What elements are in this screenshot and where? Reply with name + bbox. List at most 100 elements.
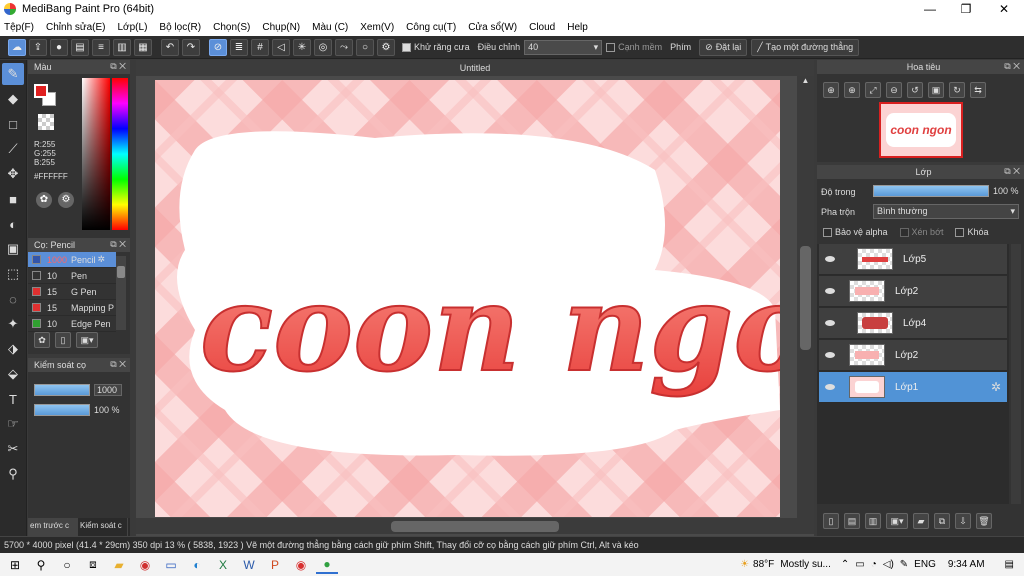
saturation-value-picker[interactable] xyxy=(82,78,110,230)
zoom-in-icon[interactable]: ⊕ xyxy=(823,82,839,98)
zoom-out-icon[interactable]: ⊖ xyxy=(886,82,902,98)
weather-desc[interactable]: Mostly su... xyxy=(780,559,831,570)
trash-icon[interactable]: 🗑 xyxy=(976,513,992,529)
battery-icon[interactable]: ▭ xyxy=(855,559,864,570)
new-halftone-layer-icon[interactable]: ▤ xyxy=(844,513,860,529)
select-pen-tool-icon[interactable]: ⬗ xyxy=(2,338,24,360)
brush-menu-icon[interactable]: ▣▾ xyxy=(76,332,98,348)
brush-item[interactable]: 15 Mapping P xyxy=(28,300,116,316)
straight-line-button[interactable]: ╱ Tạo một đường thẳng xyxy=(751,38,860,56)
layer-settings-icon[interactable]: ✲ xyxy=(991,380,1001,394)
search-icon[interactable]: ⚲ xyxy=(30,556,52,574)
vscroll-thumb[interactable] xyxy=(800,246,811,350)
no-snap-icon[interactable]: ⊘ xyxy=(209,38,227,56)
clock[interactable]: 9:34 AM xyxy=(948,559,985,570)
windows-start-icon[interactable]: ⊞ xyxy=(4,556,26,574)
vscroll-up-arrow[interactable]: ▲ xyxy=(797,76,814,88)
rect-tool-icon[interactable]: □ xyxy=(2,113,24,135)
perspective-snap-icon[interactable]: ◁ xyxy=(272,38,290,56)
horizontal-scrollbar[interactable] xyxy=(136,518,814,534)
notification-icon[interactable]: ▤ xyxy=(1005,559,1014,570)
zoom-in-alt-icon[interactable]: ⊕ xyxy=(844,82,860,98)
eraser-tool-icon[interactable]: ◆ xyxy=(2,88,24,110)
layer-row[interactable]: Lớp2 xyxy=(819,340,1007,371)
eyedropper-tool-icon[interactable]: ⚲ xyxy=(2,463,24,485)
concentric-snap-icon[interactable]: ◎ xyxy=(314,38,332,56)
magic-wand-tool-icon[interactable]: ✦ xyxy=(2,313,24,335)
snap-settings-icon[interactable]: ⚙ xyxy=(377,38,395,56)
export-icon[interactable]: ⇪ xyxy=(29,38,47,56)
brush-size-slider[interactable] xyxy=(34,384,90,396)
clipping-checkbox[interactable] xyxy=(899,228,909,238)
eye-icon[interactable] xyxy=(825,256,835,262)
menu-edit[interactable]: Chỉnh sửa(E) xyxy=(46,22,106,33)
brush-tool-icon[interactable]: ✎ xyxy=(2,63,24,85)
pen-icon[interactable]: ✎ xyxy=(900,559,908,570)
excel-icon[interactable]: X xyxy=(212,556,234,574)
eye-icon[interactable] xyxy=(825,384,835,390)
powerpoint-icon[interactable]: P xyxy=(264,556,286,574)
eye-icon[interactable] xyxy=(825,352,835,358)
text-panel-icon[interactable]: ▤ xyxy=(71,38,89,56)
speech-bubble-icon[interactable]: ● xyxy=(50,38,68,56)
menu-layer[interactable]: Lớp(L) xyxy=(118,22,148,33)
layer-row[interactable]: Lớp5 xyxy=(819,244,1007,275)
divide-tool-icon[interactable]: ✂ xyxy=(2,438,24,460)
medibang-icon[interactable]: ● xyxy=(316,556,338,574)
layer-opacity-slider[interactable] xyxy=(873,185,989,197)
circle-snap-icon[interactable]: ○ xyxy=(356,38,374,56)
folder-icon[interactable]: ▰ xyxy=(913,513,929,529)
brush-item[interactable]: 10 Pen xyxy=(28,268,116,284)
menu-tools[interactable]: Công cụ(T) xyxy=(406,22,456,33)
vertical-scrollbar[interactable]: ▲ xyxy=(797,76,814,518)
lasso-tool-icon[interactable]: ◌ xyxy=(2,288,24,310)
hscroll-thumb[interactable] xyxy=(391,521,559,532)
panel-close-icon[interactable]: ⧉ ✕ xyxy=(110,61,126,72)
lock-checkbox[interactable] xyxy=(955,228,965,238)
layer-row-selected[interactable]: Lớp1 ✲ xyxy=(819,372,1007,403)
tray-up-icon[interactable]: ⌃ xyxy=(841,559,849,570)
foreground-color-swatch[interactable] xyxy=(34,84,48,98)
brush-item[interactable]: 10 Edge Pen xyxy=(28,316,116,332)
reset-button[interactable]: ⊘ Đặt lại xyxy=(699,38,748,56)
layer-row[interactable]: Lớp4 xyxy=(819,308,1007,339)
radial-snap-icon[interactable]: ✳ xyxy=(293,38,311,56)
menu-cloud[interactable]: Cloud xyxy=(529,22,555,33)
gradient-tool-icon[interactable]: ▣ xyxy=(2,238,24,260)
brush-opacity-slider[interactable] xyxy=(34,404,90,416)
blend-mode-select[interactable]: Bình thường ▾ xyxy=(873,204,1019,219)
cloud-icon[interactable]: ☁ xyxy=(8,38,26,56)
rotate-right-icon[interactable]: ↻ xyxy=(949,82,965,98)
tab-preview[interactable]: em trước c xyxy=(28,518,78,536)
dot-tool-icon[interactable]: ⟋ xyxy=(2,138,24,160)
menu-help[interactable]: Help xyxy=(567,22,588,33)
panel-close-icon[interactable]: ⧉ ✕ xyxy=(1004,166,1020,177)
brush-item[interactable]: 15 G Pen xyxy=(28,284,116,300)
redo-icon[interactable]: ↷ xyxy=(182,38,200,56)
menu-color[interactable]: Màu (C) xyxy=(312,22,348,33)
cortana-icon[interactable]: ○ xyxy=(56,556,78,574)
color-palette-icon[interactable]: ✿ xyxy=(36,192,52,208)
parallel-snap-icon[interactable]: ≣ xyxy=(230,38,248,56)
rotate-left-icon[interactable]: ↺ xyxy=(907,82,923,98)
soft-edge-checkbox[interactable] xyxy=(606,43,616,53)
chrome-alt-icon[interactable]: ◉ xyxy=(134,556,156,574)
language-indicator[interactable]: ENG xyxy=(914,559,936,570)
menu-file[interactable]: Tệp(F) xyxy=(4,22,34,33)
merge-down-icon[interactable]: ⇩ xyxy=(955,513,971,529)
menu-snap[interactable]: Chụp(N) xyxy=(262,22,300,33)
grid-panel-icon[interactable]: ▦ xyxy=(134,38,152,56)
maximize-button[interactable]: ❐ xyxy=(948,0,984,18)
new-brush-icon[interactable]: ▯ xyxy=(55,332,71,348)
tab-brush-control[interactable]: Kiểm soát c xyxy=(78,518,128,536)
layer-panel-icon[interactable]: ▥ xyxy=(113,38,131,56)
brush-item[interactable]: 1000 Pencil ✲ xyxy=(28,252,116,268)
new-layer-icon[interactable]: ▯ xyxy=(823,513,839,529)
menu-filter[interactable]: Bộ lọc(R) xyxy=(159,22,201,33)
close-button[interactable]: ✕ xyxy=(986,0,1022,18)
menu-select[interactable]: Chọn(S) xyxy=(213,22,250,33)
edge-icon[interactable]: ◐ xyxy=(186,556,208,574)
duplicate-layer-icon[interactable]: ⧉ xyxy=(934,513,950,529)
layer-list-scrollbar[interactable] xyxy=(1011,244,1021,504)
file-explorer-icon[interactable]: ▰ xyxy=(108,556,130,574)
